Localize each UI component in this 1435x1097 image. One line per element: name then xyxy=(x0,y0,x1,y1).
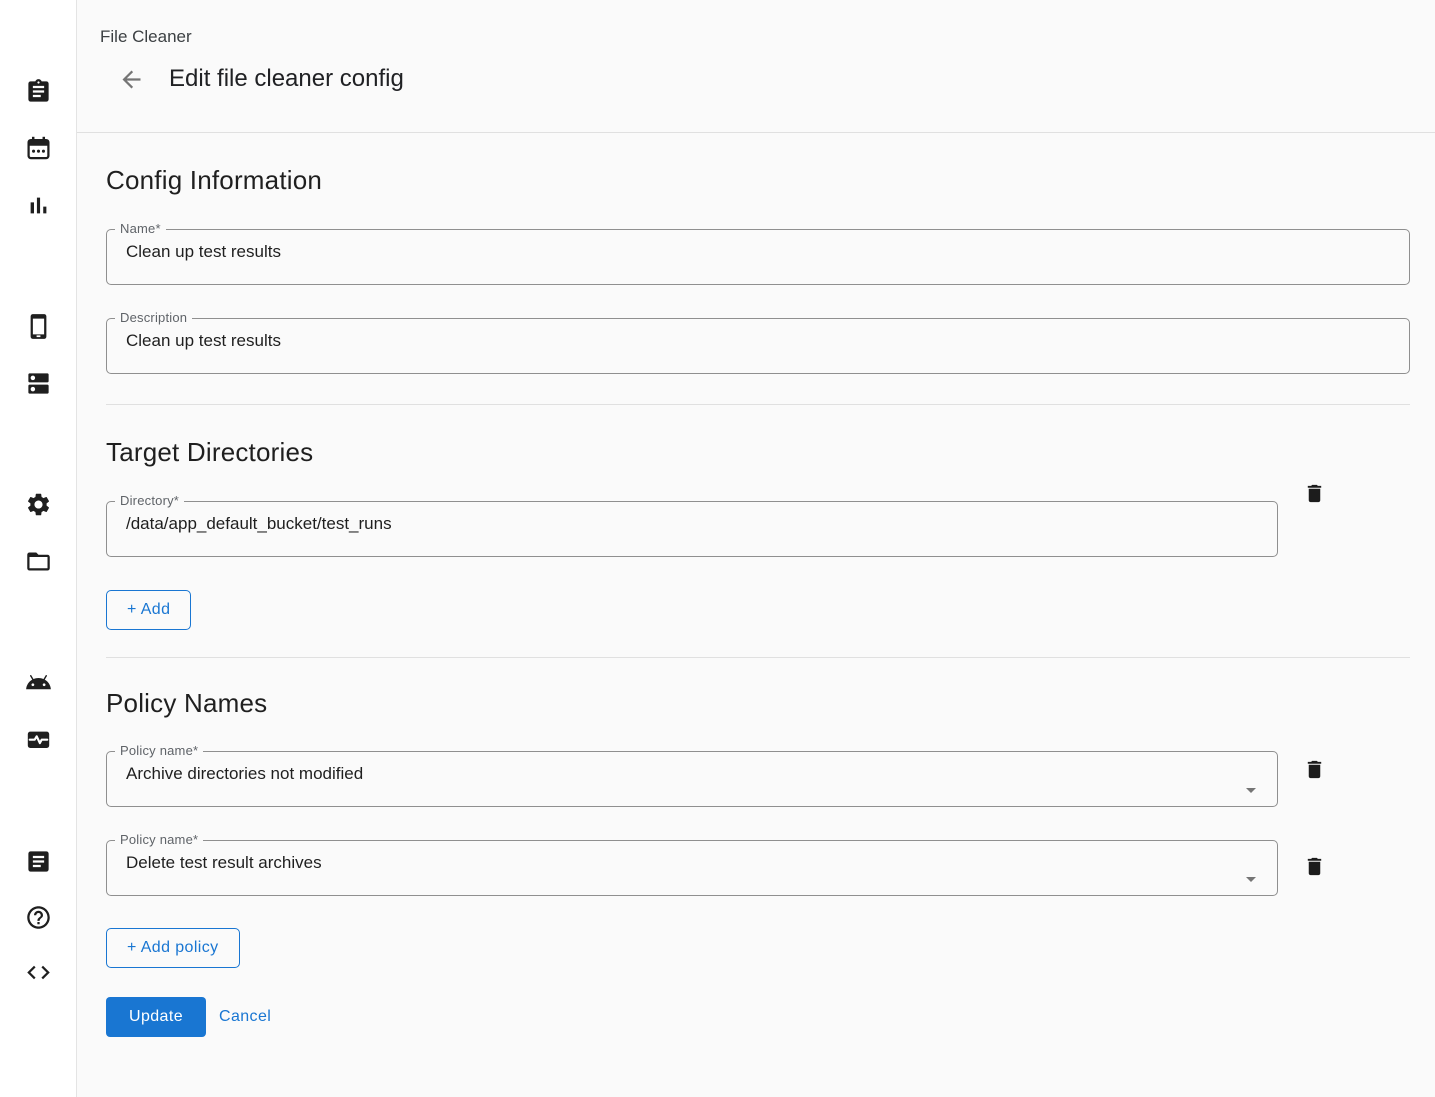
policy-name-label: Policy name* xyxy=(115,744,203,758)
delete-policy-button[interactable] xyxy=(1300,852,1328,880)
sidebar-item-tasks[interactable] xyxy=(20,73,56,109)
back-button[interactable] xyxy=(116,64,146,94)
trash-icon xyxy=(1303,855,1326,878)
name-value: Clean up test results xyxy=(107,236,1409,262)
arrow-back-icon xyxy=(118,66,145,93)
directory-value: /data/app_default_bucket/test_runs xyxy=(107,508,1277,534)
name-input[interactable]: Name* Clean up test results xyxy=(106,222,1410,285)
directory-input[interactable]: Directory* /data/app_default_bucket/test… xyxy=(106,494,1278,557)
section-title-policy-names: Policy Names xyxy=(106,688,1410,719)
page-header: File Cleaner Edit file cleaner config xyxy=(77,0,1435,133)
policy-name-value: Delete test result archives xyxy=(107,847,1277,873)
sidebar-item-monitoring[interactable] xyxy=(20,721,56,757)
dropdown-arrow-icon xyxy=(1239,778,1263,802)
directory-row: Directory* /data/app_default_bucket/test… xyxy=(106,468,1410,557)
sidebar xyxy=(0,0,77,1097)
add-policy-button[interactable]: + Add policy xyxy=(106,928,240,968)
assignment-icon xyxy=(25,78,52,105)
sidebar-item-schedule[interactable] xyxy=(20,130,56,166)
policy-name-select-1[interactable]: Policy name* Archive directories not mod… xyxy=(106,744,1278,807)
folder-icon xyxy=(25,548,52,575)
policy-row: Policy name* Delete test result archives xyxy=(106,807,1410,896)
description-label: Description xyxy=(115,311,192,325)
main-area: File Cleaner Edit file cleaner config Co… xyxy=(77,0,1435,1097)
policy-name-value: Archive directories not modified xyxy=(107,758,1277,784)
description-input[interactable]: Description Clean up test results xyxy=(106,311,1410,374)
section-divider xyxy=(106,404,1410,405)
gear-icon xyxy=(25,491,52,518)
directory-label: Directory* xyxy=(115,494,184,508)
trash-icon xyxy=(1303,482,1326,505)
smartphone-icon xyxy=(25,313,52,340)
dropdown-arrow-icon xyxy=(1239,867,1263,891)
app-title: File Cleaner xyxy=(100,26,1435,47)
help-icon xyxy=(25,904,52,931)
add-directory-button[interactable]: + Add xyxy=(106,590,191,630)
section-title-target-directories: Target Directories xyxy=(106,437,1410,468)
page-title: Edit file cleaner config xyxy=(169,65,404,93)
sidebar-item-settings[interactable] xyxy=(20,486,56,522)
sidebar-item-android[interactable] xyxy=(20,664,56,700)
calendar-icon xyxy=(25,135,52,162)
sidebar-item-reports[interactable] xyxy=(20,187,56,223)
delete-directory-button[interactable] xyxy=(1300,479,1328,507)
dns-icon xyxy=(25,370,52,397)
android-icon xyxy=(25,669,52,696)
cancel-button[interactable]: Cancel xyxy=(219,1008,271,1026)
name-label: Name* xyxy=(115,222,166,236)
sidebar-item-logs[interactable] xyxy=(20,843,56,879)
policy-row: Policy name* Archive directories not mod… xyxy=(106,719,1410,807)
trash-icon xyxy=(1303,758,1326,781)
sidebar-item-help[interactable] xyxy=(20,899,56,935)
code-icon xyxy=(25,959,52,986)
sidebar-item-files[interactable] xyxy=(20,543,56,579)
sidebar-item-servers[interactable] xyxy=(20,365,56,401)
delete-policy-button[interactable] xyxy=(1300,755,1328,783)
monitor-heart-icon xyxy=(25,726,52,753)
form-actions: Update Cancel xyxy=(106,997,1410,1037)
policy-name-label: Policy name* xyxy=(115,833,203,847)
section-title-config-information: Config Information xyxy=(106,165,1410,196)
update-button[interactable]: Update xyxy=(106,997,206,1037)
policy-name-select-2[interactable]: Policy name* Delete test result archives xyxy=(106,833,1278,896)
bar-chart-icon xyxy=(25,192,52,219)
sidebar-item-code[interactable] xyxy=(20,954,56,990)
form-content: Config Information Name* Clean up test r… xyxy=(77,133,1435,1037)
section-divider xyxy=(106,657,1410,658)
sidebar-item-devices[interactable] xyxy=(20,308,56,344)
description-value: Clean up test results xyxy=(107,325,1409,351)
article-icon xyxy=(25,848,52,875)
